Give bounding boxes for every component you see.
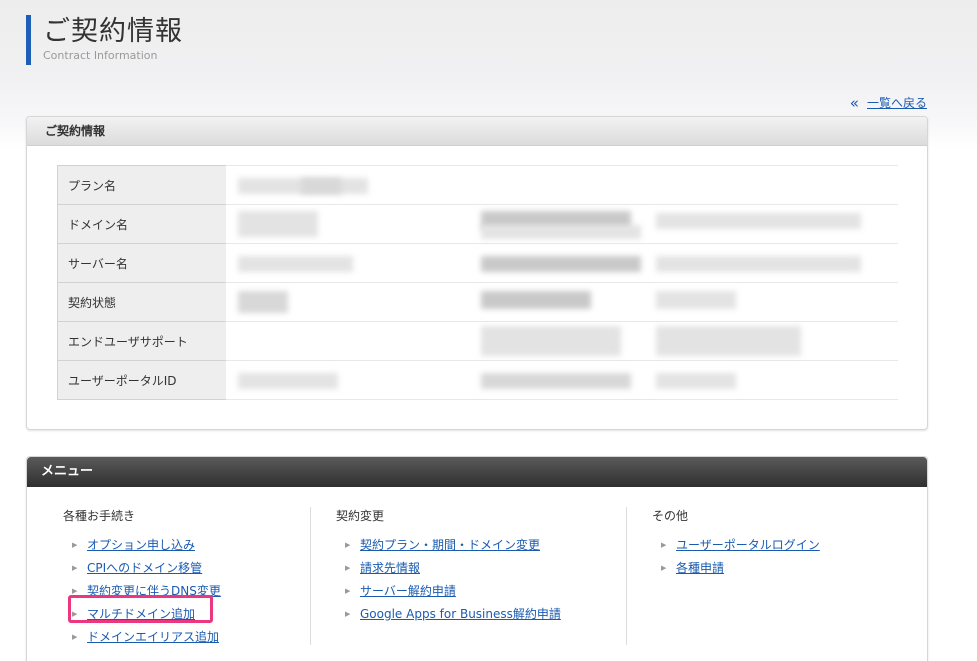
menu-item-billing-info[interactable]: ▶ 請求先情報 — [336, 556, 561, 579]
redacted-value — [225, 204, 898, 244]
redacted-value — [225, 360, 898, 400]
table-row: 契約状態 — [57, 282, 898, 322]
multi-domain-highlight-box — [68, 595, 213, 623]
contract-panel-heading: ご契約情報 — [27, 117, 927, 146]
table-row: ユーザーポータルID — [57, 360, 898, 400]
redacted-value — [225, 321, 898, 361]
column-divider — [310, 507, 311, 645]
menu-panel: メニュー 各種お手続き ▶ オプション申し込み ▶ CPIへのドメイン移管 ▶ 契約変… — [26, 456, 928, 661]
triangle-right-icon: ▶ — [72, 540, 78, 549]
menu-item-google-apps-cancel[interactable]: ▶ Google Apps for Business解約申請 — [336, 602, 561, 625]
row-label-enduser-support: エンドユーザサポート — [57, 321, 226, 361]
menu-column-title: その他 — [652, 509, 689, 523]
menu-panel-heading: メニュー — [27, 457, 927, 487]
back-to-list-label[interactable]: 一覧へ戻る — [867, 94, 927, 111]
menu-column-contract-change: 契約変更 ▶ 契約プラン・期間・ドメイン変更 ▶ 請求先情報 ▶ サーバー解約申請 ▶… — [336, 507, 561, 625]
menu-column-procedures: 各種お手続き ▶ オプション申し込み ▶ CPIへのドメイン移管 ▶ 契約変更に伴うD… — [63, 507, 221, 648]
menu-item-domain-transfer[interactable]: ▶ CPIへのドメイン移管 — [63, 556, 221, 579]
menu-column-other: その他 ▶ ユーザーポータルログイン ▶ 各種申請 — [652, 507, 820, 579]
page-title: ご契約情報 — [43, 16, 183, 47]
triangle-right-icon: ▶ — [72, 563, 78, 572]
menu-item-plan-change[interactable]: ▶ 契約プラン・期間・ドメイン変更 — [336, 533, 561, 556]
triangle-right-icon: ▶ — [72, 586, 78, 595]
redacted-value — [225, 243, 898, 283]
menu-item-portal-login[interactable]: ▶ ユーザーポータルログイン — [652, 533, 820, 556]
menu-column-title: 契約変更 — [336, 509, 385, 523]
menu-item-option-application[interactable]: ▶ オプション申し込み — [63, 533, 221, 556]
table-row: エンドユーザサポート — [57, 321, 898, 361]
page-header: ご契約情報 Contract Information — [26, 15, 183, 65]
contract-info-table: プラン名 ドメイン名 サーバー名 契約状態 エンドユーザサポート ユーザーポータ… — [57, 165, 898, 400]
menu-item-server-cancel[interactable]: ▶ サーバー解約申請 — [336, 579, 561, 602]
triangle-right-icon: ▶ — [345, 586, 351, 595]
triangle-right-icon: ▶ — [661, 540, 667, 549]
double-chevron-left-icon: « — [849, 93, 859, 112]
triangle-right-icon: ▶ — [345, 540, 351, 549]
row-label-status: 契約状態 — [57, 282, 226, 322]
menu-item-applications[interactable]: ▶ 各種申請 — [652, 556, 820, 579]
table-row: プラン名 — [57, 165, 898, 205]
triangle-right-icon: ▶ — [661, 563, 667, 572]
table-row: ドメイン名 — [57, 204, 898, 244]
back-to-list-link[interactable]: « 一覧へ戻る — [850, 94, 927, 111]
row-label-plan: プラン名 — [57, 165, 226, 205]
triangle-right-icon: ▶ — [72, 632, 78, 641]
row-label-server: サーバー名 — [57, 243, 226, 283]
row-label-domain: ドメイン名 — [57, 204, 226, 244]
table-row: サーバー名 — [57, 243, 898, 283]
row-label-portal-id: ユーザーポータルID — [57, 360, 226, 400]
column-divider — [626, 507, 627, 645]
page-subtitle: Contract Information — [43, 49, 158, 62]
triangle-right-icon: ▶ — [345, 609, 351, 618]
redacted-value — [225, 282, 898, 322]
triangle-right-icon: ▶ — [345, 563, 351, 572]
contract-info-panel: ご契約情報 プラン名 ドメイン名 サーバー名 契約状態 エンドユーザサポート ユ… — [26, 116, 928, 430]
menu-item-domain-alias-add[interactable]: ▶ ドメインエイリアス追加 — [63, 625, 221, 648]
menu-column-title: 各種お手続き — [63, 509, 136, 523]
redacted-value — [225, 165, 898, 205]
